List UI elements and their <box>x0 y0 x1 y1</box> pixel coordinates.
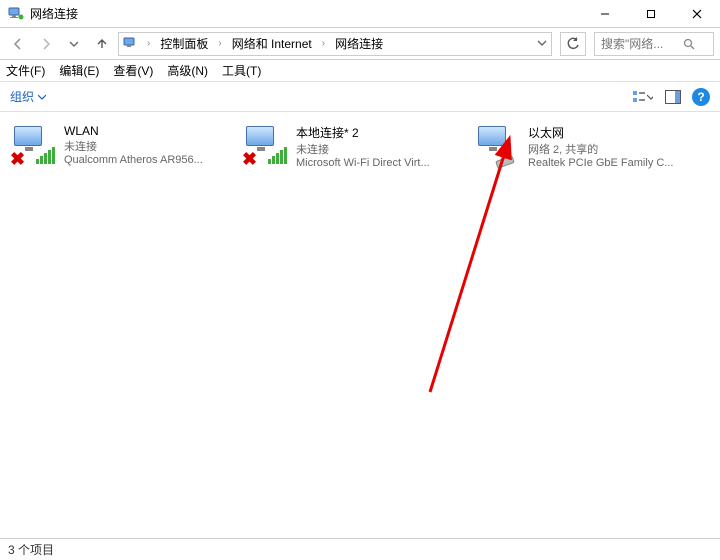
connection-status: 未连接 <box>64 138 203 154</box>
connection-device: Realtek PCIe GbE Family C... <box>528 157 674 169</box>
menu-file[interactable]: 文件(F) <box>6 62 45 79</box>
connection-name: 本地连接* 2 <box>296 124 430 141</box>
status-bar: 3 个项目 <box>0 538 720 560</box>
window-controls <box>582 0 720 27</box>
status-item-count: 3 个项目 <box>8 541 54 558</box>
breadcrumb-separator: › <box>143 38 154 49</box>
connection-name: WLAN <box>64 124 203 138</box>
title-bar: 网络连接 <box>0 0 720 28</box>
menu-view[interactable]: 查看(V) <box>113 62 153 79</box>
network-adapter-icon: ✖ <box>242 124 290 166</box>
connection-item-ethernet[interactable]: 以太网 网络 2, 共享的 Realtek PCIe GbE Family C.… <box>470 120 700 173</box>
connection-name: 以太网 <box>528 124 674 141</box>
address-bar[interactable]: › 控制面板 › 网络和 Internet › 网络连接 <box>118 32 552 56</box>
view-icon <box>633 90 645 104</box>
nav-bar: › 控制面板 › 网络和 Internet › 网络连接 <box>0 28 720 60</box>
refresh-button[interactable] <box>560 32 586 56</box>
organize-label: 组织 <box>10 88 34 105</box>
breadcrumb-item[interactable]: 网络和 Internet <box>230 35 314 52</box>
connection-device: Qualcomm Atheros AR956... <box>64 154 203 166</box>
breadcrumb-separator: › <box>318 38 329 49</box>
chevron-down-icon <box>537 38 547 48</box>
search-input[interactable] <box>599 36 679 52</box>
close-button[interactable] <box>674 0 720 27</box>
connection-status: 未连接 <box>296 141 430 157</box>
menu-advanced[interactable]: 高级(N) <box>167 62 208 79</box>
ethernet-plug-icon <box>495 155 515 169</box>
help-button[interactable]: ? <box>692 88 710 106</box>
address-icon <box>123 36 139 52</box>
window-title: 网络连接 <box>30 5 582 22</box>
preview-pane-button[interactable] <box>662 86 684 108</box>
breadcrumb-item[interactable]: 网络连接 <box>333 35 385 52</box>
network-adapter-icon <box>474 124 522 166</box>
arrow-right-icon <box>39 37 53 51</box>
disconnected-icon: ✖ <box>242 150 257 168</box>
organize-button[interactable]: 组织 <box>10 88 46 105</box>
search-icon <box>683 38 695 50</box>
refresh-icon <box>566 37 580 51</box>
breadcrumb-item[interactable]: 控制面板 <box>158 35 210 52</box>
breadcrumb-separator: › <box>214 38 225 49</box>
content-area: ✖ WLAN 未连接 Qualcomm Atheros AR956... ✖ 本… <box>0 112 720 538</box>
connection-item-local[interactable]: ✖ 本地连接* 2 未连接 Microsoft Wi-Fi Direct Vir… <box>238 120 468 173</box>
network-adapter-icon: ✖ <box>10 124 58 166</box>
back-button[interactable] <box>6 32 30 56</box>
maximize-button[interactable] <box>628 0 674 27</box>
window-icon <box>8 6 24 22</box>
chevron-down-icon <box>38 93 46 101</box>
minimize-button[interactable] <box>582 0 628 27</box>
menu-tools[interactable]: 工具(T) <box>222 62 261 79</box>
chevron-down-icon <box>69 39 79 49</box>
menu-edit[interactable]: 编辑(E) <box>59 62 99 79</box>
address-dropdown[interactable] <box>537 37 547 51</box>
chevron-down-icon <box>647 93 653 101</box>
pane-icon <box>665 90 681 104</box>
arrow-up-icon <box>95 37 109 51</box>
annotation-arrow <box>0 112 700 532</box>
arrow-left-icon <box>11 37 25 51</box>
view-mode-button[interactable] <box>632 86 654 108</box>
close-icon <box>692 9 702 19</box>
disconnected-icon: ✖ <box>10 150 25 168</box>
search-box[interactable] <box>594 32 714 56</box>
connection-item-wlan[interactable]: ✖ WLAN 未连接 Qualcomm Atheros AR956... <box>6 120 236 170</box>
connection-status: 网络 2, 共享的 <box>528 141 674 157</box>
toolbar: 组织 ? <box>0 82 720 112</box>
maximize-icon <box>646 9 656 19</box>
menu-bar: 文件(F) 编辑(E) 查看(V) 高级(N) 工具(T) <box>0 60 720 82</box>
forward-button[interactable] <box>34 32 58 56</box>
minimize-icon <box>600 9 610 19</box>
connection-device: Microsoft Wi-Fi Direct Virt... <box>296 157 430 169</box>
recent-dropdown[interactable] <box>62 32 86 56</box>
up-button[interactable] <box>90 32 114 56</box>
